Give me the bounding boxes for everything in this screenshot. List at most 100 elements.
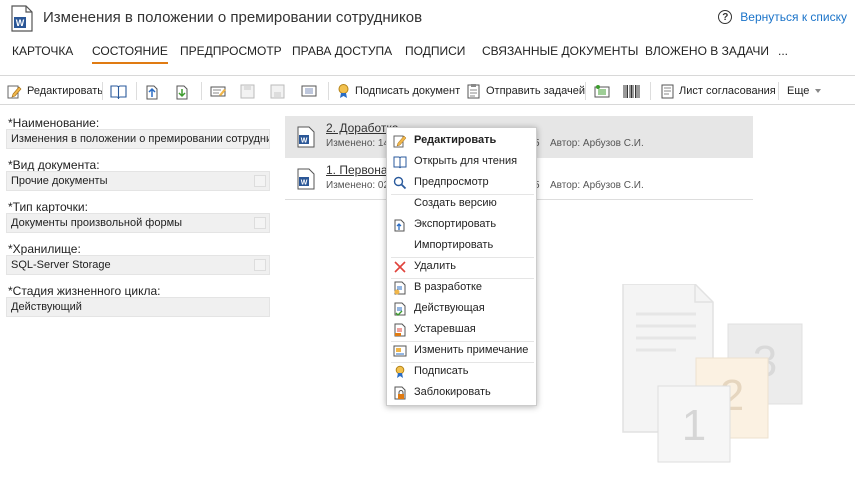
- menu-item-open-read[interactable]: Открыть для чтения: [387, 151, 536, 172]
- menu-item-change-note[interactable]: Изменить примечание: [387, 340, 536, 361]
- menu-item-active[interactable]: Действующая: [387, 298, 536, 319]
- tab-related-documents[interactable]: СВЯЗАННЫЕ ДОКУМЕНТЫ: [482, 44, 638, 62]
- menu-item-label: Открыть для чтения: [414, 155, 518, 167]
- menu-item-label: Создать версию: [414, 197, 497, 209]
- menu-item-label: Подписать: [414, 365, 469, 377]
- back-to-list-label[interactable]: Вернуться к списку: [740, 10, 847, 24]
- tab-preview[interactable]: ПРЕДПРОСМОТР: [180, 44, 282, 62]
- doc-type-field[interactable]: Прочие документы: [6, 171, 270, 191]
- toolbar-divider: [328, 82, 329, 100]
- barcode-icon: [623, 84, 640, 98]
- active-icon: [394, 302, 406, 316]
- menu-item-label: Экспортировать: [414, 218, 497, 230]
- tab-more[interactable]: ...: [778, 44, 788, 62]
- toolbar-divider: [201, 82, 202, 100]
- barcode-button[interactable]: [623, 81, 640, 101]
- toolbar-divider: [778, 82, 779, 100]
- lifecycle-stage-field[interactable]: Действующий: [6, 297, 270, 317]
- svg-text:W: W: [301, 138, 308, 145]
- menu-item-create-version[interactable]: Создать версию: [387, 193, 536, 214]
- toolbar: Редактировать Подписать документ Отправи…: [0, 75, 855, 105]
- import-icon: [176, 85, 188, 99]
- text-field-icon: [301, 85, 317, 97]
- book-icon: [110, 84, 127, 99]
- menu-item-obsolete[interactable]: Устаревшая: [387, 319, 536, 340]
- sign-document-label: Подписать документ: [355, 85, 461, 97]
- word-file-icon: W: [297, 126, 315, 148]
- menu-item-label: Изменить примечание: [414, 344, 529, 356]
- add-list-button[interactable]: [594, 81, 610, 101]
- word-document-icon: W: [11, 5, 33, 32]
- name-label: *Наименование:: [8, 116, 100, 130]
- export-icon: [394, 219, 405, 232]
- toolbar-divider: [585, 82, 586, 100]
- book-icon: [393, 156, 407, 169]
- text-field-button[interactable]: [301, 81, 317, 101]
- menu-item-export[interactable]: Экспортировать: [387, 214, 536, 235]
- tab-card[interactable]: КАРТОЧКА: [12, 44, 73, 62]
- send-task-label: Отправить задачей: [486, 85, 586, 97]
- send-task-icon: [467, 84, 480, 99]
- note-icon: [393, 345, 407, 357]
- file-author: Автор: Арбузов С.И.: [550, 138, 644, 149]
- save-as-icon: [270, 84, 285, 98]
- menu-item-lock[interactable]: Заблокировать: [387, 382, 536, 403]
- word-file-icon: W: [297, 168, 315, 190]
- menu-item-label: В разработке: [414, 281, 483, 293]
- menu-item-sign[interactable]: Подписать: [387, 361, 536, 382]
- toolbar-divider: [136, 82, 137, 100]
- open-read-button[interactable]: [110, 81, 127, 101]
- card-type-value: Документы произвольной формы: [11, 217, 183, 229]
- file-author: Автор: Арбузов С.И.: [550, 180, 644, 191]
- magnifier-icon: [393, 176, 407, 190]
- storage-value: SQL-Server Storage: [11, 259, 111, 271]
- storage-field[interactable]: SQL-Server Storage: [6, 255, 270, 275]
- edit-button[interactable]: Редактировать: [7, 81, 103, 101]
- versions-illustration: 3 2 1: [622, 284, 803, 463]
- menu-item-in-development[interactable]: В разработке: [387, 277, 536, 298]
- send-task-button[interactable]: Отправить задачей: [466, 81, 585, 101]
- sign-icon: [395, 365, 405, 378]
- menu-item-label: Удалить: [414, 260, 456, 272]
- more-dropdown[interactable]: Еще: [787, 81, 822, 101]
- doc-type-value: Прочие документы: [11, 175, 108, 187]
- lock-icon: [394, 386, 406, 400]
- card-type-field[interactable]: Документы произвольной формы: [6, 213, 270, 233]
- back-to-list-link[interactable]: ? Вернуться к списку: [718, 10, 847, 24]
- save-as-button[interactable]: [270, 81, 285, 101]
- approval-sheet-button[interactable]: Лист согласования: [661, 81, 776, 101]
- file-modified: Изменено: 145: [326, 138, 540, 149]
- tab-signatures[interactable]: ПОДПИСИ: [405, 44, 465, 62]
- select-icon[interactable]: [254, 175, 266, 187]
- card-type-label: *Тип карточки:: [8, 200, 88, 214]
- select-icon[interactable]: [254, 259, 266, 271]
- storage-label: *Хранилище:: [8, 242, 81, 256]
- save-button[interactable]: [240, 81, 255, 101]
- menu-item-label: Действующая: [414, 302, 485, 314]
- file-name[interactable]: 1. Первонач: [326, 163, 394, 177]
- menu-item-edit[interactable]: Редактировать: [387, 130, 536, 151]
- import-button[interactable]: [175, 81, 191, 101]
- name-field[interactable]: Изменения в положении о премировании сот…: [6, 129, 270, 149]
- export-icon: [146, 85, 158, 99]
- tab-state[interactable]: СОСТОЯНИЕ: [92, 44, 168, 64]
- doc-type-label: *Вид документа:: [8, 158, 100, 172]
- in-development-icon: [394, 281, 406, 295]
- more-label: Еще: [787, 85, 810, 97]
- menu-item-preview[interactable]: Предпросмотр: [387, 172, 536, 193]
- select-icon[interactable]: [254, 217, 266, 229]
- toolbar-divider: [650, 82, 651, 100]
- svg-text:W: W: [301, 180, 308, 187]
- tab-attached-to-tasks[interactable]: ВЛОЖЕНО В ЗАДАЧИ: [645, 44, 769, 62]
- menu-item-delete[interactable]: Удалить: [387, 256, 536, 277]
- help-icon[interactable]: ?: [718, 10, 733, 24]
- edit-note-button[interactable]: [210, 81, 227, 101]
- context-menu: Редактировать Открыть для чтения Предпро…: [386, 127, 537, 406]
- document-card-page: W Изменения в положении о премировании с…: [0, 0, 855, 485]
- lifecycle-stage-label: *Стадия жизненного цикла:: [8, 284, 161, 298]
- export-button[interactable]: [145, 81, 161, 101]
- tab-access-rights[interactable]: ПРАВА ДОСТУПА: [292, 44, 392, 62]
- file-modified: Изменено: 025: [326, 180, 540, 191]
- menu-item-import[interactable]: Импортировать: [387, 235, 536, 256]
- sign-document-button[interactable]: Подписать документ: [337, 81, 460, 101]
